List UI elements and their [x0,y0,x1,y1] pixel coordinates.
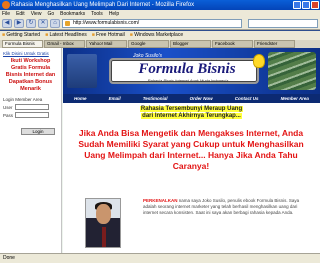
menu-tools[interactable]: Tools [91,10,103,18]
main-headline: Jika Anda Bisa Mengetik dan Mengakses In… [78,128,304,171]
tab-facebook[interactable]: Facebook [212,40,253,48]
tab-google[interactable]: Google [128,40,169,48]
banner-subtitle: Rahasia Bisnis Internet Anak Muda Indone… [147,78,229,83]
nav-home[interactable]: Home [74,96,87,101]
tab-yahoo-mail[interactable]: Yahoo! Mail [86,40,127,48]
password-label: Pass [3,112,14,118]
login-button[interactable]: Login [21,128,55,135]
lead-text: Rahasia Tersembunyi Meraup Uang dari Int… [63,106,320,120]
stop-button[interactable]: ✕ [38,19,48,28]
tab-bar: Formula Bisnis Gmail - Inbox Yahoo! Mail… [0,40,320,48]
nav-testimonial[interactable]: Testimonial [143,96,168,101]
search-field[interactable] [248,19,318,28]
lead-line-1: Rahasia Tersembunyi Meraup Uang [139,106,244,112]
bio-name: PERKENALKAN [143,198,178,203]
author-photo-small [67,54,97,88]
page-content: Klik Disini Untuk Gratis Ikuti Workshop … [0,48,320,253]
home-button[interactable]: ⌂ [50,19,60,28]
back-button[interactable]: ◀ [2,19,12,28]
window-controls [293,1,319,9]
menu-file[interactable]: File [2,10,10,18]
maximize-button[interactable] [302,1,310,9]
window-titlebar: Rahasia Menghasilkan Uang Melimpah Dari … [0,0,320,10]
username-row: User [3,104,58,110]
banner-pretitle: Joko Susilo's [133,53,163,59]
sidebar-top-link[interactable]: Klik Disini Untuk Gratis [3,51,58,56]
menu-view[interactable]: View [31,10,42,18]
navigation-toolbar: ◀ ▶ ↻ ✕ ⌂ http://www.formulabisnis.com/ [0,18,320,30]
menu-help[interactable]: Help [109,10,119,18]
menu-bar: File Edit View Go Bookmarks Tools Help [0,10,320,18]
nav-contact-us[interactable]: Contact Us [235,96,259,101]
header-banner: Joko Susilo's Formula Bisnis Rahasia Bis… [63,48,320,94]
bookmark-item[interactable]: Free Hotmail [92,31,125,40]
bookmark-item[interactable]: Windows Marketplace [130,31,183,40]
site-nav: Home Email Testimonial Order Now Contact… [63,94,320,103]
main-area: Joko Susilo's Formula Bisnis Rahasia Bis… [63,48,320,253]
money-image [268,52,316,90]
author-photo [85,198,121,248]
photo-face [96,204,111,224]
close-button[interactable] [311,1,319,9]
username-input[interactable] [14,104,49,110]
status-bar: Done [0,253,320,263]
bookmark-item[interactable]: Getting Started [2,31,40,40]
banner-title: Formula Bisnis [138,61,236,77]
login-form-title: Login Member Area [3,97,43,102]
password-row: Pass [3,112,58,118]
photo-tie [102,227,106,247]
menu-edit[interactable]: Edit [16,10,25,18]
tab-friendster[interactable]: Friendster [254,40,295,48]
bookmark-item[interactable]: Latest Headlines [45,31,86,40]
bookmarks-toolbar: Getting Started Latest Headlines Free Ho… [0,31,320,40]
nav-member-area[interactable]: Member Area [281,96,309,101]
tab-gmail[interactable]: Gmail - Inbox [44,40,85,48]
sidebar-promo[interactable]: Ikuti Workshop Gratis Formula Bisnis Int… [3,58,58,93]
url-field[interactable]: http://www.formulabisnis.com/ [62,19,242,28]
reload-button[interactable]: ↻ [26,19,36,28]
window-title: Rahasia Menghasilkan Uang Melimpah Dari … [11,2,195,8]
firefox-icon [2,1,10,9]
left-sidebar: Klik Disini Untuk Gratis Ikuti Workshop … [0,48,62,253]
username-label: User [3,104,13,110]
password-input[interactable] [15,112,50,118]
menu-bookmarks[interactable]: Bookmarks [60,10,85,18]
lightbulb-icon [253,54,265,68]
forward-button[interactable]: ▶ [14,19,24,28]
minimize-button[interactable] [293,1,301,9]
tab-blogger[interactable]: Blogger [170,40,211,48]
nav-order-now[interactable]: Order Now [190,96,213,101]
lead-line-2: dari Internet Akhirnya Terungkap... [141,113,242,119]
author-bio: PERKENALKAN nama saya Joko Susilo, penul… [143,198,313,216]
tab-formula-bisnis[interactable]: Formula Bisnis [2,40,43,48]
nav-email[interactable]: Email [109,96,121,101]
menu-go[interactable]: Go [47,10,54,18]
